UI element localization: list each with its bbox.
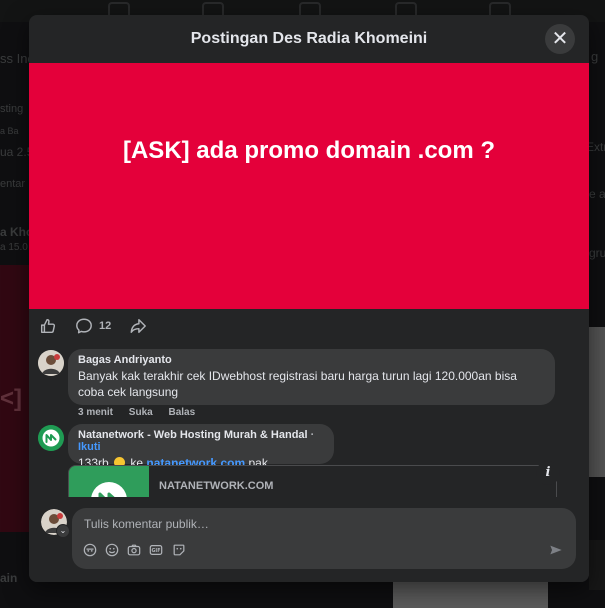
follow-link[interactable]: Ikuti bbox=[78, 441, 101, 453]
link-preview-domain: NATANETWORK.COM bbox=[159, 480, 274, 492]
chevron-down-icon[interactable]: ⌄ bbox=[56, 524, 70, 538]
comment-input[interactable] bbox=[82, 514, 526, 534]
comment-button[interactable]: 12 bbox=[75, 317, 111, 335]
emoji-button[interactable] bbox=[105, 543, 119, 557]
camera-button[interactable] bbox=[127, 543, 141, 557]
dialog-title: Postingan Des Radia Khomeini bbox=[190, 30, 428, 47]
avatar[interactable] bbox=[38, 425, 64, 451]
link-preview-image bbox=[69, 466, 149, 497]
sticker-button[interactable] bbox=[172, 543, 186, 557]
post-image[interactable]: [ASK] ada promo domain .com ? bbox=[29, 63, 589, 309]
comment-actions: 3 menit Suka Balas bbox=[78, 407, 208, 418]
separator-dot: · bbox=[310, 429, 315, 441]
comment-list: Bagas Andriyanto Banyak kak terakhir cek… bbox=[29, 347, 589, 497]
natanetwork-logo-icon bbox=[69, 466, 149, 497]
info-button[interactable]: i bbox=[536, 461, 560, 485]
like-comment-link[interactable]: Suka bbox=[129, 407, 153, 418]
dialog-header: Postingan Des Radia Khomeini ✕ bbox=[29, 15, 589, 64]
emoji-icon bbox=[105, 543, 119, 557]
thumbs-up-icon bbox=[40, 318, 56, 334]
comment-bubble: Natanetwork - Web Hosting Murah & Handal… bbox=[68, 424, 334, 470]
reply-link[interactable]: Balas bbox=[168, 407, 195, 418]
avatar-sticker-icon bbox=[38, 350, 64, 376]
comment-composer-area: ⌄ Tulis komentar publik… GIF bbox=[29, 497, 589, 582]
camera-icon bbox=[127, 544, 141, 556]
send-button[interactable] bbox=[549, 543, 563, 557]
send-icon bbox=[550, 545, 562, 555]
comment-time[interactable]: 3 menit bbox=[78, 407, 113, 418]
info-icon: i bbox=[545, 465, 551, 480]
share-arrow-icon bbox=[130, 318, 146, 334]
comment-author[interactable]: Bagas Andriyanto bbox=[78, 354, 545, 366]
comment-author[interactable]: Natanetwork - Web Hosting Murah & Handal bbox=[78, 429, 308, 441]
post-action-bar: 12 bbox=[29, 309, 589, 343]
comment-bubble: Bagas Andriyanto Banyak kak terakhir cek… bbox=[68, 349, 555, 405]
gif-button[interactable]: GIF bbox=[149, 543, 163, 557]
gif-icon: GIF bbox=[149, 545, 163, 555]
link-preview-card[interactable]: NATANETWORK.COM bbox=[68, 465, 557, 497]
like-button[interactable] bbox=[39, 317, 57, 335]
avatar-sticker-button[interactable] bbox=[83, 543, 97, 557]
avatar[interactable] bbox=[38, 350, 64, 376]
comment-bubble-icon bbox=[76, 318, 92, 334]
svg-text:GIF: GIF bbox=[152, 548, 161, 554]
comment-text: Banyak kak terakhir cek IDwebhost regist… bbox=[78, 369, 517, 399]
close-icon: ✕ bbox=[551, 28, 569, 50]
share-button[interactable] bbox=[129, 317, 147, 335]
natanetwork-logo-icon bbox=[38, 425, 64, 451]
avatar-sticker-icon bbox=[83, 543, 97, 557]
post-dialog: Postingan Des Radia Khomeini ✕ [ASK] ada… bbox=[29, 15, 589, 582]
sticker-icon bbox=[173, 544, 185, 556]
comment-author-line: Natanetwork - Web Hosting Murah & Handal… bbox=[78, 429, 324, 453]
post-text: [ASK] ada promo domain .com ? bbox=[122, 137, 496, 164]
comment-count: 12 bbox=[99, 320, 112, 332]
comment-composer: GIF bbox=[72, 508, 576, 569]
close-button[interactable]: ✕ bbox=[545, 24, 575, 54]
